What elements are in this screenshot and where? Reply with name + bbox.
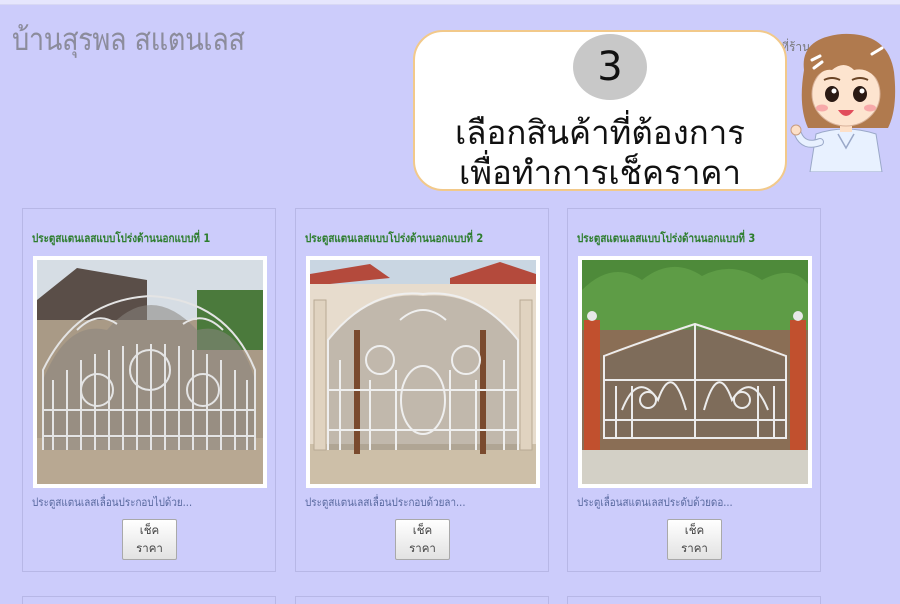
product-description: ประตูเลื่อนสแตนเลสประดับด้วยดอ... <box>577 495 733 509</box>
callout-text-line-2: เพื่อทำการเช็คราคา <box>459 153 741 192</box>
product-title-link[interactable]: ประตูสแตนเลสแบบโปร่งด้านนอกแบบที่ 1 <box>32 230 210 248</box>
tutorial-callout: 3 เลือกสินค้าที่ต้องการ เพื่อทำการเช็ครา… <box>413 30 787 192</box>
product-description: ประตูสแตนเลสเลื่อนประกอบไปด้วย... <box>32 495 193 509</box>
next-row-card-edge <box>295 596 549 604</box>
product-description: ประตูสแตนเลสเลื่อนประกอบด้วยลา... <box>305 495 466 509</box>
step-number-badge: 3 <box>573 34 647 100</box>
product-card: ประตูสแตนเลสแบบโปร่งด้านนอกแบบที่ 1 ประต… <box>22 208 276 572</box>
product-image[interactable] <box>306 256 540 488</box>
product-card: ประตูสแตนเลสแบบโปร่งด้านนอกแบบที่ 3 ประต… <box>567 208 821 572</box>
product-title-link[interactable]: ประตูสแตนเลสแบบโปร่งด้านนอกแบบที่ 2 <box>305 230 483 248</box>
next-row-card-edge <box>567 596 821 604</box>
next-row-card-edge <box>22 596 276 604</box>
site-title[interactable]: บ้านสุรพล สแตนเลส <box>12 14 245 64</box>
product-title-link[interactable]: ประตูสแตนเลสแบบโปร่งด้านนอกแบบที่ 3 <box>577 230 755 248</box>
cartoon-girl-illustration <box>790 30 900 173</box>
product-image[interactable] <box>578 256 812 488</box>
check-price-button[interactable]: เช็คราคา <box>395 519 450 560</box>
check-price-button[interactable]: เช็คราคา <box>667 519 722 560</box>
check-price-button[interactable]: เช็คราคา <box>122 519 177 560</box>
gate-photo-1 <box>37 260 263 484</box>
product-card: ประตูสแตนเลสแบบโปร่งด้านนอกแบบที่ 2 ประต… <box>295 208 549 572</box>
top-strip <box>0 0 900 5</box>
product-image[interactable] <box>33 256 267 488</box>
gate-photo-2 <box>310 260 536 484</box>
gate-photo-3 <box>582 260 808 484</box>
